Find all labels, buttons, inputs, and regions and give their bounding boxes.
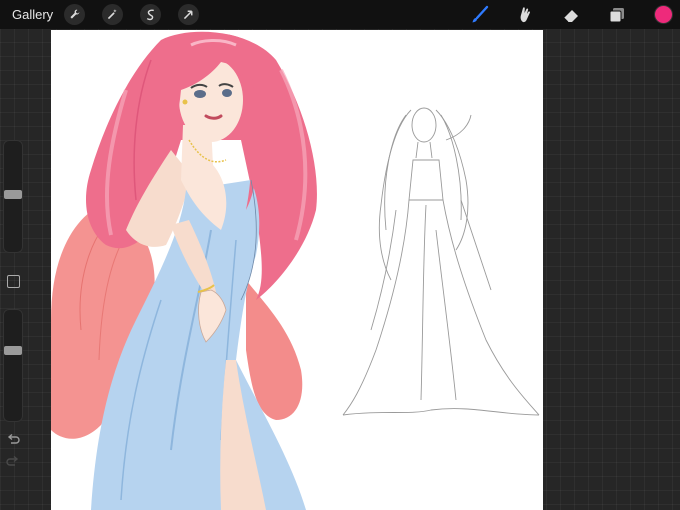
top-toolbar: Gallery [0,0,680,29]
undo-icon[interactable] [6,433,20,447]
brush-tool-button[interactable] [469,4,491,26]
gallery-button[interactable]: Gallery [12,7,53,22]
color-picker-button[interactable] [655,6,672,23]
redo-icon[interactable] [6,455,20,469]
wrench-icon [70,9,80,19]
magic-wand-icon [107,9,117,20]
brush-size-slider[interactable] [3,140,23,253]
layers-button[interactable] [606,4,628,26]
eraser-icon [563,10,578,23]
layers-icon [609,8,624,23]
drawing-canvas[interactable] [51,30,543,510]
brush-icon [472,5,489,23]
modify-square-icon[interactable] [7,275,20,288]
transform-arrow-icon [183,10,193,20]
adjustments-button[interactable] [102,4,123,25]
smudge-tool-button[interactable] [513,4,535,26]
eraser-tool-button[interactable] [560,4,582,26]
brush-size-thumb[interactable] [4,190,22,199]
artwork [51,31,540,510]
color-illustration [51,31,317,510]
left-sidebar [0,137,26,466]
opacity-thumb[interactable] [4,346,22,355]
selection-button[interactable] [140,4,161,25]
opacity-slider[interactable] [3,309,23,422]
actions-button[interactable] [64,4,85,25]
pencil-sketch [342,107,540,416]
smudge-icon [520,7,530,23]
selection-icon [146,9,154,21]
transform-button[interactable] [178,4,199,25]
